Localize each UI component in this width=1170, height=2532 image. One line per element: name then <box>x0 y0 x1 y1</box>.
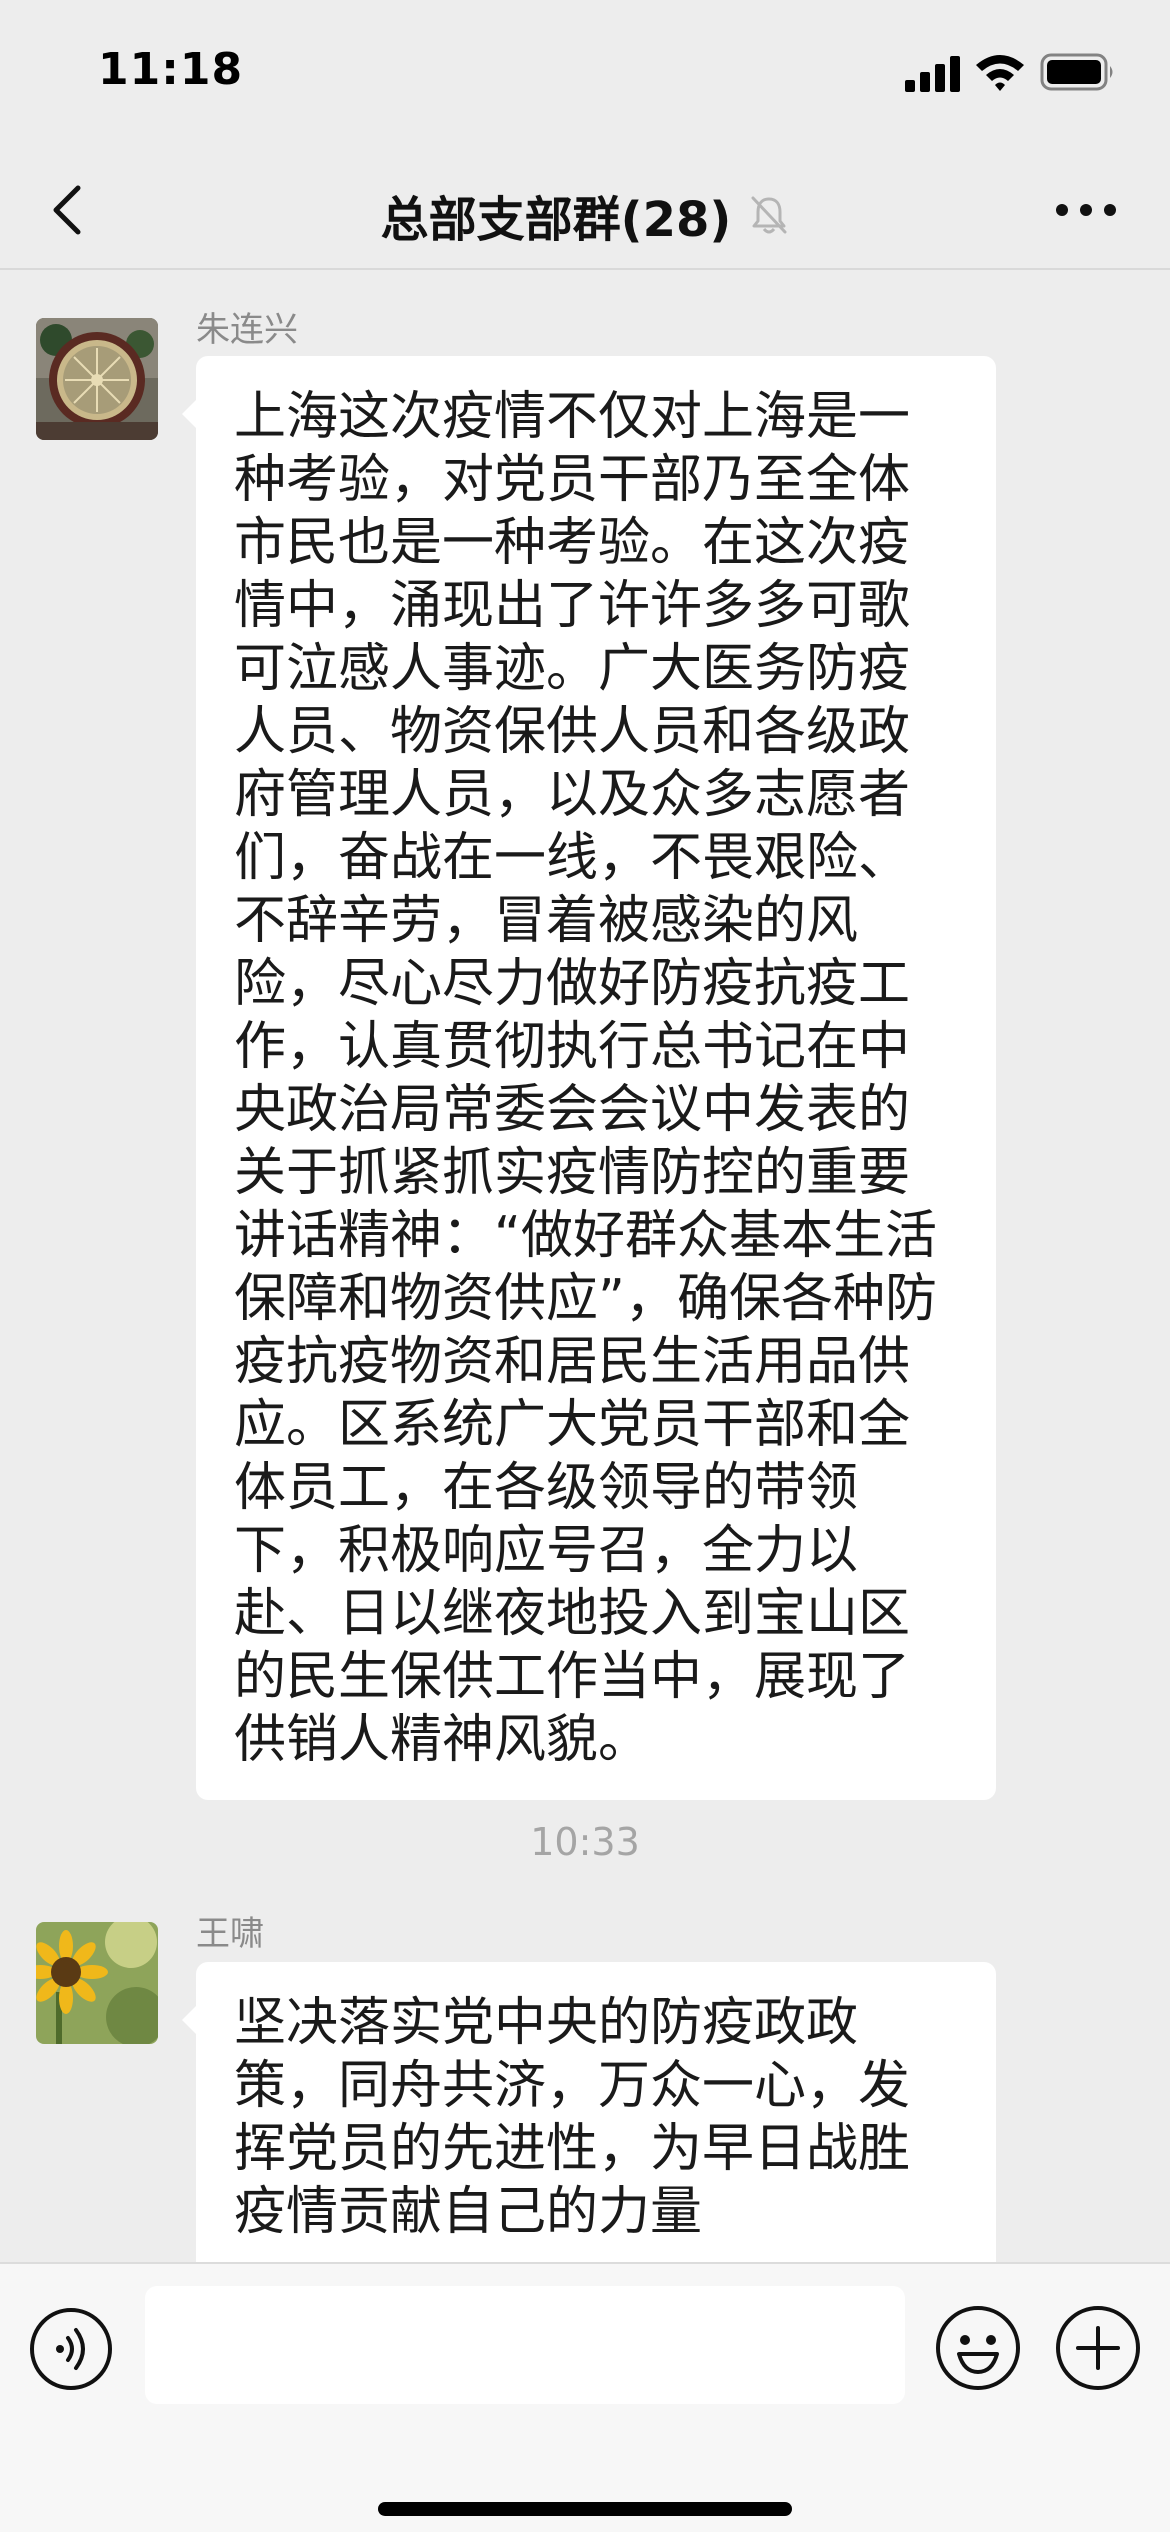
message-list[interactable]: 朱连兴 上海这次疫情不仅对上海是一种考验，对党员干部乃至全体市民也是一种考验。在… <box>0 272 1170 2262</box>
battery-icon <box>1040 53 1113 91</box>
sender-name: 朱连兴 <box>196 310 298 350</box>
message-bubble[interactable]: 坚决落实党中央的防疫政政策，同舟共济，万众一心，发挥党员的先进性，为早日战胜疫情… <box>182 1962 996 2262</box>
status-bar: 11:18 <box>0 0 1170 150</box>
cellular-signal-icon <box>905 56 960 92</box>
group-name: 总部支部群(28) <box>380 192 732 248</box>
muted-bell-icon <box>751 196 787 234</box>
more-options-icon[interactable] <box>1040 180 1140 240</box>
message-input[interactable] <box>145 2286 905 2404</box>
sender-name: 王啸 <box>196 1914 264 1954</box>
sunflower-avatar-image <box>36 1922 158 2044</box>
chat-header: 总部支部群(28) <box>0 150 1170 270</box>
home-indicator[interactable] <box>378 2502 792 2516</box>
lemon-slice-avatar-image <box>36 318 158 440</box>
message-timestamp: 10:33 <box>530 1820 640 1864</box>
emoji-icon[interactable] <box>934 2304 1022 2392</box>
add-attachment-icon[interactable] <box>1054 2304 1142 2392</box>
input-bar <box>0 2262 1170 2532</box>
wifi-icon <box>976 55 1024 91</box>
status-time: 11:18 <box>98 44 244 95</box>
sender-avatar-lemon[interactable] <box>36 318 158 440</box>
sender-avatar-sunflower[interactable] <box>36 1922 158 2044</box>
voice-input-icon[interactable] <box>28 2306 114 2392</box>
message-bubble[interactable]: 上海这次疫情不仅对上海是一种考验，对党员干部乃至全体市民也是一种考验。在这次疫情… <box>182 356 996 1800</box>
chat-title: 总部支部群(28) <box>0 180 1170 250</box>
